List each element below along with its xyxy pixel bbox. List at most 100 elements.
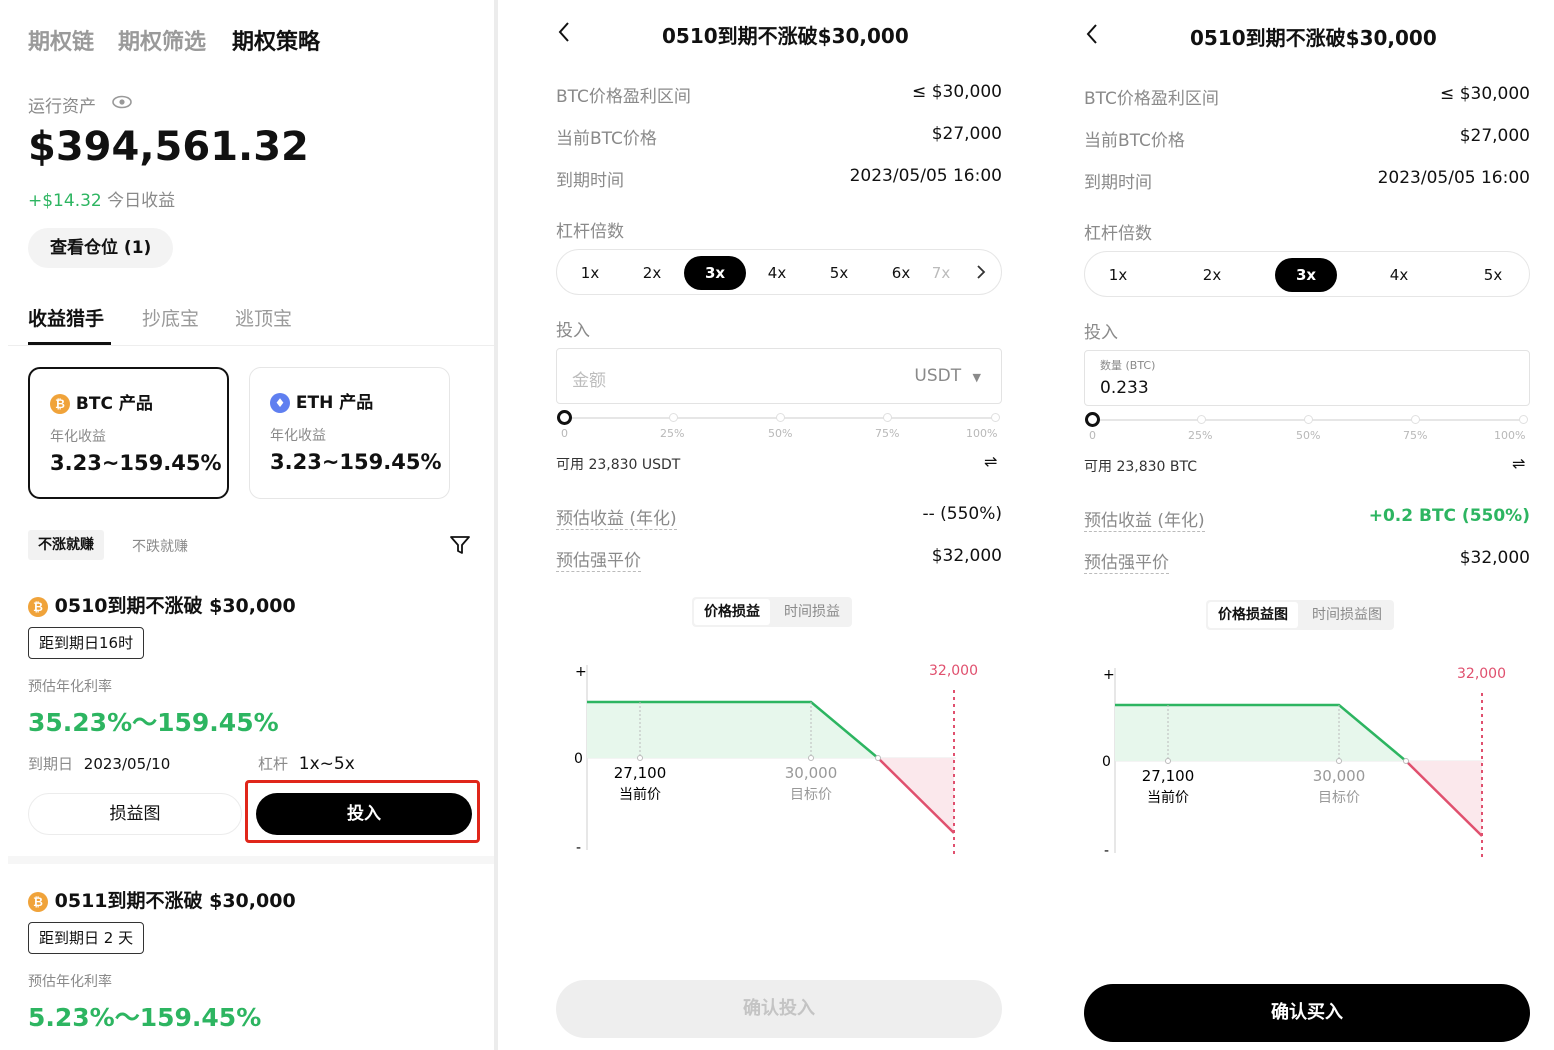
leverage-option-1x[interactable]: 1x [559, 256, 621, 290]
slider-knob[interactable] [1085, 412, 1100, 427]
btc-product-name: BTC 产品 [75, 394, 153, 414]
eth-product-name: ETH 产品 [295, 393, 374, 413]
liquidation-label[interactable]: 预估强平价 [556, 546, 641, 572]
item-title-text: 0510到期不涨破 $30,000 [54, 595, 296, 617]
leverage-option-5x[interactable]: 5x [1462, 258, 1524, 292]
tab-price-pnl[interactable]: 价格损益 [694, 599, 770, 625]
tab-option-strategy[interactable]: 期权策略 [232, 24, 320, 56]
leverage-option-4x[interactable]: 4x [746, 256, 808, 290]
currency-select[interactable]: USDT ▼ [914, 366, 981, 386]
expiry-label: 到期日 [28, 755, 74, 773]
leverage-option-6x[interactable]: 6x [870, 256, 932, 290]
btc-coin-icon: ₿ [28, 891, 48, 912]
view-positions-button[interactable]: 查看仓位 (1) [28, 228, 174, 268]
leverage-option-2x[interactable]: 2x [621, 256, 683, 290]
target-price-value: 30,000 [1313, 767, 1366, 785]
slider-mark [1304, 415, 1313, 424]
current-price-caption: 当前价 [619, 786, 661, 803]
quantity-input[interactable]: 数量 (BTC) 0.233 [1084, 350, 1530, 406]
tab-option-screener[interactable]: 期权筛选 [118, 24, 206, 56]
strategy-list-panel: 期权链 期权筛选 期权策略 运行资产 $394,561.32 +$14.32 今… [0, 0, 494, 1050]
leverage-option-3x[interactable]: 3x [1275, 258, 1337, 292]
filter-icon[interactable] [449, 535, 471, 559]
tab-yield-hunter[interactable]: 收益猎手 [28, 304, 104, 331]
expiry-time-value: 2023/05/05 16:00 [849, 166, 1002, 186]
leverage-selector: 1x 2x 3x 4x 5x 6x 7x [556, 249, 1002, 295]
profit-area [587, 702, 878, 758]
slider-mark [1197, 415, 1206, 424]
today-gain-label: 今日收益 [107, 191, 176, 211]
confirm-invest-button[interactable]: 确认投入 [556, 980, 1002, 1038]
pnl-chart-button[interactable]: 损益图 [28, 793, 242, 835]
profit-range-value: ≤ $30,000 [912, 82, 1002, 102]
filter-not-rise[interactable]: 不涨就赚 [28, 530, 104, 560]
expiry-info: 到期日 2023/05/10 [28, 753, 170, 774]
eth-rate-label: 年化收益 [270, 428, 326, 444]
swap-icon[interactable]: ⇌ [984, 452, 997, 471]
assets-label: 运行资产 [28, 97, 96, 117]
axis-minus-label: - [1104, 843, 1109, 859]
slider-mark [991, 413, 1000, 422]
tab-time-pnl[interactable]: 时间损益 [774, 599, 850, 625]
assets-value: $394,561.32 [28, 124, 309, 170]
liquidation-label[interactable]: 预估强平价 [1084, 548, 1169, 574]
invest-detail-panel: 0510到期不涨破$30,000 BTC价格盈利区间 ≤ $30,000 当前B… [498, 0, 1026, 1050]
eth-product-title: ♦ ETH 产品 [270, 388, 373, 413]
rate-value: 5.23%～159.45% [28, 1003, 262, 1032]
eye-icon[interactable] [112, 93, 132, 115]
est-yield-label[interactable]: 预估收益 (年化) [556, 504, 677, 530]
back-icon[interactable] [556, 20, 572, 48]
swap-icon[interactable]: ⇌ [1512, 454, 1525, 473]
tab-bottom-buy[interactable]: 抄底宝 [142, 304, 199, 331]
back-icon[interactable] [1084, 22, 1100, 50]
page-title: 0510到期不涨破$30,000 [662, 24, 909, 48]
liquidation-price-label: 32,000 [929, 663, 978, 679]
chevron-right-icon[interactable] [976, 264, 986, 284]
leverage-option-7x[interactable]: 7x [926, 256, 956, 290]
invest-button[interactable]: 投入 [256, 793, 472, 835]
btc-product-card[interactable]: ₿ BTC 产品 年化收益 3.23~159.45% [28, 367, 229, 499]
confirm-buy-button[interactable]: 确认买入 [1084, 984, 1530, 1042]
leverage-option-2x[interactable]: 2x [1181, 258, 1243, 292]
leverage-option-4x[interactable]: 4x [1368, 258, 1430, 292]
tab-option-chain[interactable]: 期权链 [28, 24, 94, 56]
slider-label: 50% [768, 427, 793, 440]
liquidation-value: $32,000 [931, 546, 1002, 566]
filter-not-fall[interactable]: 不跌就赚 [132, 536, 188, 556]
divider [8, 345, 494, 346]
profit-range-label: BTC价格盈利区间 [1084, 89, 1219, 109]
est-yield-value: +0.2 BTC (550%) [1368, 506, 1530, 526]
btc-rate: 3.23~159.45% [50, 451, 222, 475]
amount-input[interactable]: 金额 USDT ▼ [556, 348, 1002, 404]
slider-label: 50% [1296, 429, 1321, 442]
item-title[interactable]: ₿ 0511到期不涨破 $30,000 [28, 886, 296, 913]
tab-top-escape[interactable]: 逃顶宝 [235, 304, 292, 331]
slider-label: 75% [875, 427, 900, 440]
tab-price-pnl-chart[interactable]: 价格损益图 [1208, 602, 1298, 628]
leverage-option-5x[interactable]: 5x [808, 256, 870, 290]
target-price-caption: 目标价 [790, 787, 832, 803]
target-price-dot [1336, 758, 1342, 764]
current-price-dot [637, 755, 643, 761]
eth-coin-icon: ♦ [270, 393, 290, 413]
chart-toggle: 价格损益图 时间损益图 [1206, 600, 1394, 630]
est-yield-label[interactable]: 预估收益 (年化) [1084, 506, 1205, 532]
page-title: 0510到期不涨破$30,000 [1190, 26, 1437, 50]
amount-placeholder: 金额 [572, 371, 606, 391]
eth-product-card[interactable]: ♦ ETH 产品 年化收益 3.23~159.45% [249, 367, 450, 499]
available-balance: 可用 23,830 BTC [1084, 459, 1197, 475]
chart-toggle: 价格损益 时间损益 [692, 597, 852, 627]
axis-zero-label: 0 [1102, 754, 1111, 770]
pnl-chart: +0 - 32,000 27,100 当前价 30,000 目标价 [1102, 666, 1506, 861]
leverage-option-1x[interactable]: 1x [1087, 258, 1149, 292]
pnl-chart: +0 - 32,000 27,100 当前价 30,000 目标价 [574, 663, 978, 858]
slider-knob[interactable] [557, 410, 572, 425]
leverage-option-3x[interactable]: 3x [684, 256, 746, 290]
item-title[interactable]: ₿ 0510到期不涨破 $30,000 [28, 591, 296, 618]
expiry-time-value: 2023/05/05 16:00 [1377, 168, 1530, 188]
tab-time-pnl-chart[interactable]: 时间损益图 [1302, 602, 1392, 628]
rate-label: 预估年化利率 [28, 679, 112, 695]
rate-value: 35.23%～159.45% [28, 708, 279, 737]
btc-product-title: ₿ BTC 产品 [50, 389, 153, 414]
current-price-value: 27,100 [1142, 767, 1195, 785]
